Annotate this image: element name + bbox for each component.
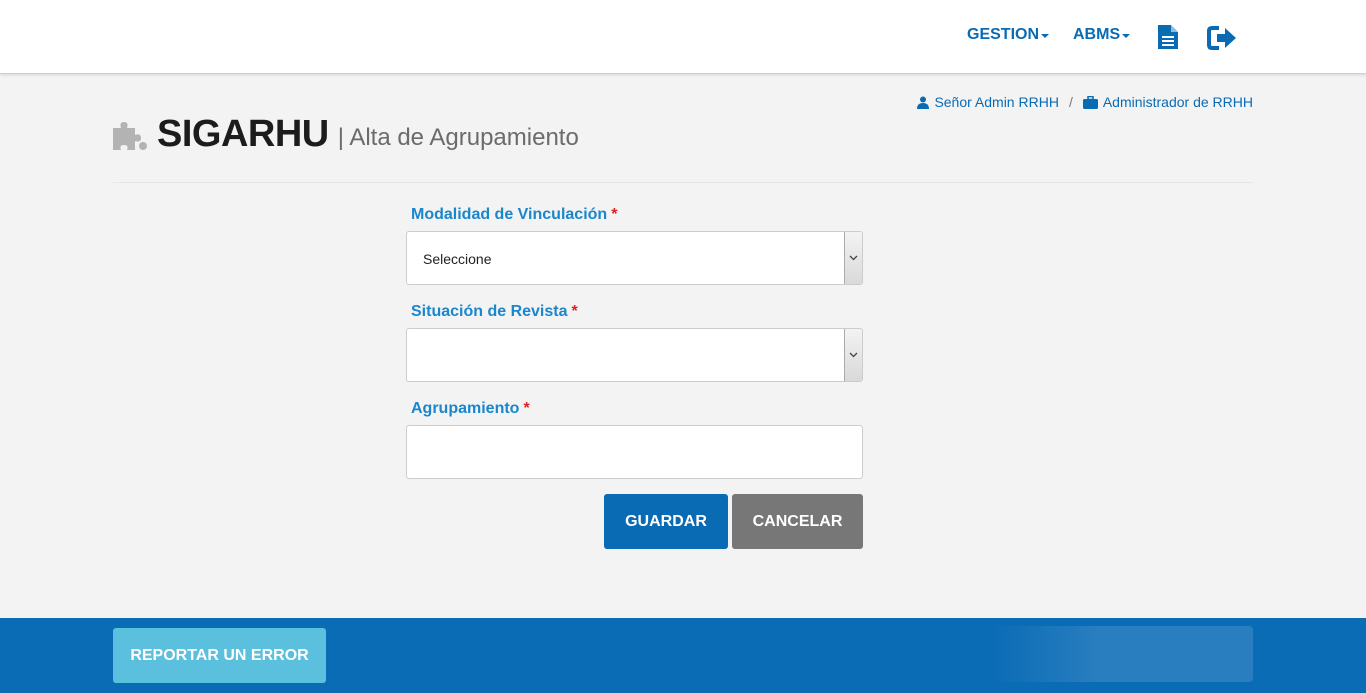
required-mark: *: [611, 206, 618, 223]
user-icon: [917, 96, 930, 109]
page-subtitle: | Alta de Agrupamiento: [337, 124, 579, 151]
caret-down-icon: [1041, 34, 1050, 38]
agrupamiento-label: Agrupamiento *: [411, 400, 530, 418]
modalidad-label: Modalidad de Vinculación *: [411, 206, 617, 224]
gestion-menu[interactable]: GESTION: [967, 26, 1050, 44]
caret-down-icon: [1122, 34, 1131, 38]
chevron-down-icon[interactable]: [844, 329, 862, 381]
abms-menu[interactable]: ABMS: [1073, 26, 1131, 44]
sign-out-icon[interactable]: [1207, 25, 1239, 56]
agrupamiento-label-text: Agrupamiento: [411, 400, 520, 417]
report-error-button[interactable]: REPORTAR UN ERROR: [113, 628, 326, 683]
footer-logo: [993, 626, 1253, 682]
required-mark: *: [523, 400, 530, 417]
page-header: SIGARHU | Alta de Agrupamiento: [113, 112, 579, 156]
briefcase-icon: [1082, 95, 1098, 109]
footer: REPORTAR UN ERROR: [0, 618, 1366, 693]
situacion-label: Situación de Revista *: [411, 303, 578, 321]
situacion-label-text: Situación de Revista: [411, 303, 568, 320]
puzzle-icon: [113, 122, 147, 150]
modalidad-select-value: Seleccione: [423, 251, 492, 267]
document-icon[interactable]: [1157, 24, 1179, 55]
page-title: SIGARHU: [157, 113, 329, 155]
modalidad-label-text: Modalidad de Vinculación: [411, 206, 608, 223]
save-button[interactable]: GUARDAR: [604, 494, 728, 549]
gestion-menu-label: GESTION: [967, 26, 1040, 43]
top-navbar: GESTION ABMS: [0, 0, 1366, 74]
agrupamiento-input[interactable]: [406, 425, 863, 479]
chevron-down-icon[interactable]: [844, 232, 862, 284]
breadcrumb-separator: /: [1068, 94, 1073, 110]
breadcrumb: Señor Admin RRHH / Administrador de RRHH: [917, 94, 1253, 110]
abms-menu-label: ABMS: [1073, 26, 1121, 43]
header-divider: [113, 182, 1253, 183]
modalidad-select[interactable]: Seleccione: [406, 231, 863, 285]
breadcrumb-role[interactable]: Administrador de RRHH: [1103, 94, 1253, 110]
breadcrumb-user[interactable]: Señor Admin RRHH: [934, 94, 1059, 110]
situacion-select[interactable]: [406, 328, 863, 382]
required-mark: *: [571, 303, 578, 320]
cancel-button[interactable]: CANCELAR: [732, 494, 863, 549]
